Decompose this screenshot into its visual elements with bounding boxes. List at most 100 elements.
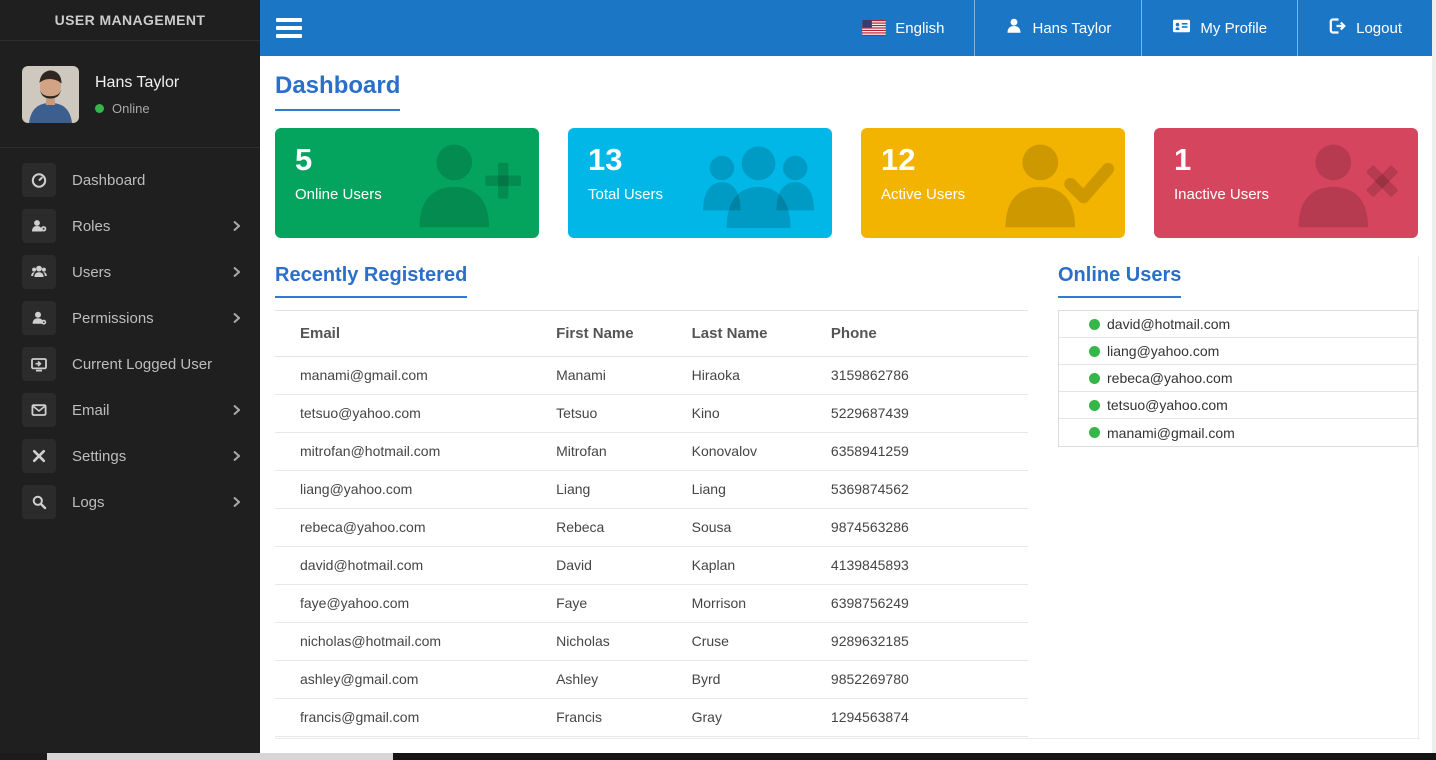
roles-icon (22, 209, 56, 243)
current-logged-user-icon (22, 347, 56, 381)
cell-email: ashley@gmail.com (275, 661, 546, 699)
cell-last-name: Konovalov (682, 433, 821, 471)
online-status-dot (95, 104, 104, 113)
permissions-icon (22, 301, 56, 335)
cell-email: tetsuo@yahoo.com (275, 395, 546, 433)
cell-last-name: Sousa (682, 509, 821, 547)
topbar-user-button[interactable]: Hans Taylor (974, 0, 1141, 56)
my-profile-label: My Profile (1200, 20, 1267, 37)
chevron-right-icon (233, 220, 240, 232)
column-header-last-name: Last Name (682, 311, 821, 357)
settings-icon (22, 439, 56, 473)
stat-card-online-users[interactable]: 5Online Users (275, 128, 539, 238)
stat-card-active-users[interactable]: 12Active Users (861, 128, 1125, 238)
cell-first-name: Rebeca (546, 509, 682, 547)
cell-phone: 6358941259 (821, 433, 1028, 471)
content-box-bottom-border (275, 738, 1420, 739)
sidebar-item-current-logged-user[interactable]: Current Logged User (0, 341, 260, 387)
page-title: Dashboard (275, 72, 400, 111)
sidebar: USER MANAGEMENT Hans Taylor Online (0, 0, 260, 753)
cell-email: manami@gmail.com (275, 357, 546, 395)
column-header-first-name: First Name (546, 311, 682, 357)
sidebar-item-label: Logs (72, 494, 105, 511)
stat-card-total-users[interactable]: 13Total Users (568, 128, 832, 238)
topbar-user-label: Hans Taylor (1032, 20, 1111, 37)
chevron-right-icon (233, 404, 240, 416)
online-user-item: david@hotmail.com (1059, 311, 1417, 338)
cell-email: nicholas@hotmail.com (275, 623, 546, 661)
sidebar-item-label: Users (72, 264, 111, 281)
table-row: mitrofan@hotmail.comMitrofanKonovalov635… (275, 433, 1028, 471)
cell-phone: 6398756249 (821, 585, 1028, 623)
online-user-item: liang@yahoo.com (1059, 338, 1417, 365)
recently-registered-table: EmailFirst NameLast NamePhone manami@gma… (275, 310, 1028, 737)
user-icon (1005, 17, 1023, 39)
online-user-email: tetsuo@yahoo.com (1107, 397, 1228, 413)
profile-info: Hans Taylor Online (95, 66, 179, 123)
online-users-list: david@hotmail.com liang@yahoo.com rebeca@y… (1058, 310, 1418, 447)
scrollbar-corner (0, 753, 47, 760)
logout-button[interactable]: Logout (1297, 0, 1432, 56)
cell-phone: 5369874562 (821, 471, 1028, 509)
sidebar-item-settings[interactable]: Settings (0, 433, 260, 479)
horizontal-scrollbar[interactable] (0, 753, 1436, 760)
cell-first-name: Francis (546, 699, 682, 737)
online-user-email: rebeca@yahoo.com (1107, 370, 1233, 386)
sidebar-item-email[interactable]: Email (0, 387, 260, 433)
chevron-right-icon (233, 496, 240, 508)
cell-email: david@hotmail.com (275, 547, 546, 585)
column-header-phone: Phone (821, 311, 1028, 357)
sidebar-profile: Hans Taylor Online (0, 41, 260, 148)
online-users-section: Online Users david@hotmail.com liang@yaho… (1058, 264, 1418, 737)
logs-icon (22, 485, 56, 519)
online-users-title: Online Users (1058, 264, 1181, 298)
language-selector[interactable]: English (832, 0, 974, 56)
sidebar-item-label: Settings (72, 448, 126, 465)
recently-registered-section: Recently Registered EmailFirst NameLast … (275, 264, 1028, 737)
cell-email: rebeca@yahoo.com (275, 509, 546, 547)
recently-registered-title: Recently Registered (275, 264, 467, 298)
chevron-right-icon (233, 266, 240, 278)
topbar: English Hans Taylor (260, 0, 1432, 56)
sidebar-item-label: Permissions (72, 310, 154, 327)
my-profile-button[interactable]: My Profile (1141, 0, 1297, 56)
sidebar-item-logs[interactable]: Logs (0, 479, 260, 525)
online-dot-icon (1089, 373, 1100, 384)
cell-phone: 9874563286 (821, 509, 1028, 547)
us-flag-icon (862, 20, 886, 36)
online-dot-icon (1089, 346, 1100, 357)
cell-last-name: Kino (682, 395, 821, 433)
cell-last-name: Gray (682, 699, 821, 737)
cell-first-name: Faye (546, 585, 682, 623)
vertical-scrollbar[interactable] (1432, 0, 1436, 753)
online-user-item: rebeca@yahoo.com (1059, 365, 1417, 392)
cell-first-name: Mitrofan (546, 433, 682, 471)
app-title: USER MANAGEMENT (0, 0, 260, 41)
sidebar-item-dashboard[interactable]: Dashboard (0, 157, 260, 203)
online-user-email: david@hotmail.com (1107, 316, 1230, 332)
logout-label: Logout (1356, 20, 1402, 37)
cell-email: mitrofan@hotmail.com (275, 433, 546, 471)
sidebar-item-label: Current Logged User (72, 356, 212, 373)
online-user-item: manami@gmail.com (1059, 419, 1417, 446)
table-row: rebeca@yahoo.comRebecaSousa9874563286 (275, 509, 1028, 547)
horizontal-scrollbar-thumb[interactable] (393, 753, 1436, 760)
hamburger-menu-button[interactable] (276, 14, 302, 42)
sidebar-item-roles[interactable]: Roles (0, 203, 260, 249)
cell-email: faye@yahoo.com (275, 585, 546, 623)
cell-phone: 3159862786 (821, 357, 1028, 395)
sidebar-item-permissions[interactable]: Permissions (0, 295, 260, 341)
online-status-label: Online (112, 101, 150, 116)
sidebar-item-users[interactable]: Users (0, 249, 260, 295)
online-dot-icon (1089, 319, 1100, 330)
logout-icon (1328, 17, 1347, 39)
stat-card-inactive-users[interactable]: 1Inactive Users (1154, 128, 1418, 238)
cell-last-name: Cruse (682, 623, 821, 661)
main-content: Dashboard 5Online Users 13Total Users 12A… (260, 56, 1432, 753)
table-row: ashley@gmail.comAshleyByrd9852269780 (275, 661, 1028, 699)
cell-last-name: Morrison (682, 585, 821, 623)
column-header-email: Email (275, 311, 546, 357)
cell-phone: 9852269780 (821, 661, 1028, 699)
cell-first-name: Liang (546, 471, 682, 509)
language-label: English (895, 20, 944, 37)
